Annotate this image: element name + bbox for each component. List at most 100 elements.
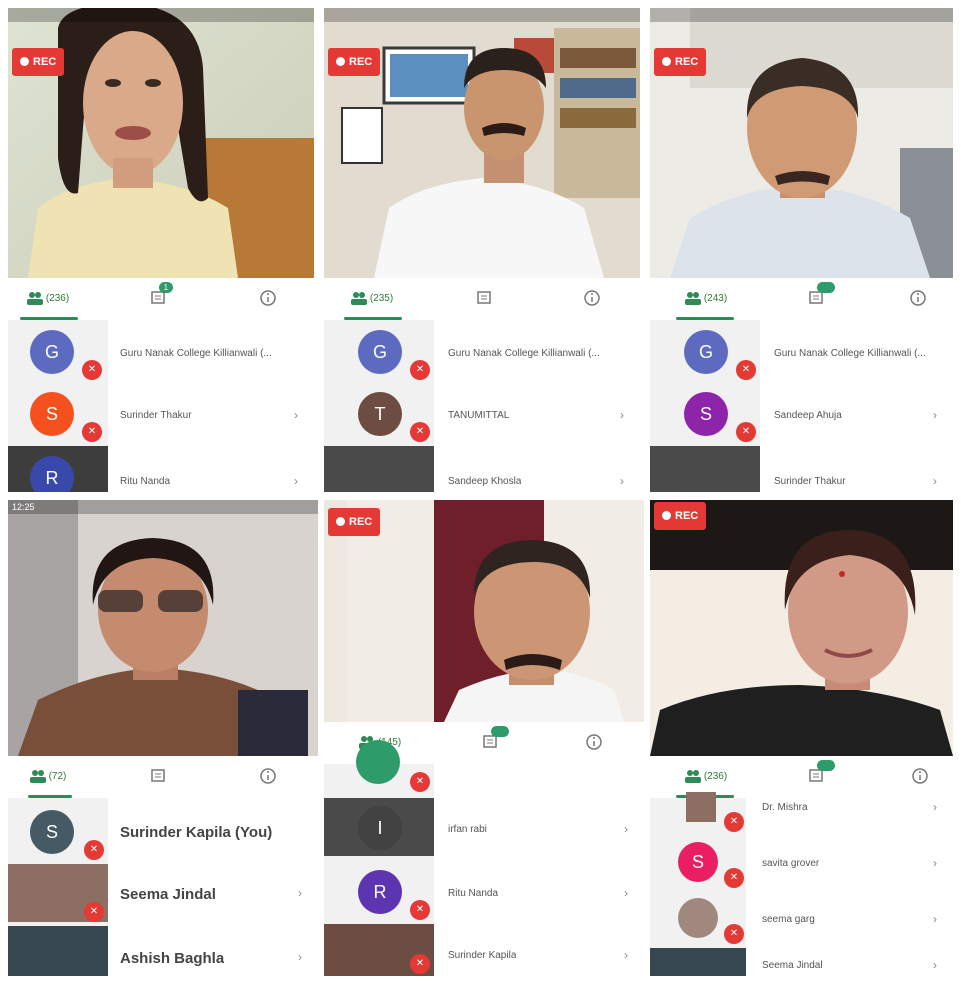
participant-row[interactable]: T ✕ TANUMITTAL › <box>324 384 640 446</box>
chevron-right-icon: › <box>294 474 298 488</box>
chevron-right-icon: › <box>624 822 628 836</box>
meeting-panel-1: REC (236) 1 G ✕ Guru Nanak College Killi… <box>8 8 314 492</box>
rec-indicator: REC <box>328 48 381 76</box>
tab-info[interactable] <box>572 278 612 318</box>
participant-name: savita grover <box>762 858 820 869</box>
participant-row[interactable]: S ✕ Surinder Kapila (You) <box>8 802 318 864</box>
tab-participants[interactable]: (72) <box>18 756 78 796</box>
rec-label: REC <box>33 56 57 68</box>
participant-thumbnail <box>8 926 108 976</box>
participant-row[interactable]: ✕ <box>324 740 644 792</box>
participant-name: Surinder Kapila (You) <box>120 824 273 841</box>
video-feed: REC <box>324 8 640 278</box>
chevron-right-icon: › <box>933 408 937 422</box>
avatar: R <box>30 456 74 492</box>
chevron-right-icon: › <box>933 474 937 488</box>
rec-label: REC <box>675 510 699 522</box>
tab-participants[interactable]: (236) <box>676 756 736 796</box>
participant-video <box>650 500 953 756</box>
rec-indicator: REC <box>654 502 707 530</box>
record-dot-icon <box>336 57 345 66</box>
tab-info[interactable] <box>248 756 288 796</box>
tab-chat[interactable] <box>464 278 504 318</box>
tab-chat[interactable] <box>796 756 836 796</box>
participant-row[interactable]: S ✕ savita grover › <box>650 840 953 896</box>
participant-row[interactable]: G ✕ Guru Nanak College Killianwali (... <box>8 322 314 384</box>
participant-name: Surinder Kapila <box>448 950 517 961</box>
chat-unread-badge <box>816 282 835 293</box>
tab-participants[interactable]: (243) <box>676 278 736 318</box>
participant-row[interactable]: S ✕ Surinder Thakur › <box>8 384 314 446</box>
record-dot-icon <box>20 57 29 66</box>
tab-bar: (236) 1 <box>8 278 314 320</box>
tab-chat[interactable] <box>796 278 836 318</box>
meeting-panel-3: REC (243) G ✕ Guru Nanak College Killian… <box>650 8 953 492</box>
chevron-right-icon: › <box>620 474 624 488</box>
people-icon <box>684 292 701 305</box>
participant-row[interactable]: S ✕ Sandeep Ahuja › <box>650 384 953 446</box>
tab-bar: (72) <box>8 756 318 798</box>
record-dot-icon <box>662 57 671 66</box>
participant-row[interactable]: Sandeep Khosla › <box>324 446 640 492</box>
mic-muted-icon: ✕ <box>410 422 430 442</box>
status-time: 12:25 <box>12 502 35 512</box>
participant-row[interactable]: G ✕ Guru Nanak College Killianwali (... <box>324 322 640 384</box>
participant-row[interactable]: ✕ Seema Jindal › <box>8 864 318 926</box>
participant-name: Sandeep Khosla <box>448 476 522 487</box>
info-icon <box>584 290 600 306</box>
status-bar: 12:25 <box>8 500 318 514</box>
participant-name: Ritu Nanda <box>120 476 171 487</box>
avatar: R <box>358 870 402 914</box>
participant-row[interactable]: I irfan rabi › <box>324 798 644 860</box>
participant-thumbnail <box>686 792 716 822</box>
info-icon <box>260 768 276 784</box>
mic-muted-icon: ✕ <box>84 902 104 922</box>
mic-muted-icon: ✕ <box>724 868 744 888</box>
info-icon <box>586 734 602 750</box>
tab-participants[interactable]: (236) <box>18 278 78 318</box>
tab-info[interactable] <box>900 756 940 796</box>
chevron-right-icon: › <box>933 856 937 870</box>
info-icon <box>912 768 928 784</box>
rec-label: REC <box>349 516 373 528</box>
mic-muted-icon: ✕ <box>724 924 744 944</box>
chevron-right-icon: › <box>933 912 937 926</box>
participants-count: (243) <box>703 292 728 304</box>
participants-count: (236) <box>45 292 70 304</box>
mic-muted-icon: ✕ <box>410 360 430 380</box>
chevron-right-icon: › <box>298 950 302 964</box>
status-bar <box>8 8 314 22</box>
tab-info[interactable] <box>574 722 614 762</box>
participant-row[interactable]: G ✕ Guru Nanak College Killianwali (... <box>650 322 953 384</box>
participant-row[interactable]: Seema Jindal › <box>650 948 953 976</box>
participant-row[interactable]: ✕ seema garg › <box>650 896 953 952</box>
people-icon <box>684 770 701 783</box>
rec-indicator: REC <box>328 508 381 536</box>
meeting-panel-6: REC (236) ✕ Dr. Mishra › S ✕ savita grov… <box>650 500 953 976</box>
mic-muted-icon: ✕ <box>736 422 756 442</box>
tab-info[interactable] <box>898 278 938 318</box>
mic-muted-icon: ✕ <box>736 360 756 380</box>
participant-row[interactable]: R ✕ Ritu Nanda › <box>324 862 644 924</box>
participant-row[interactable]: Ashish Baghla › <box>8 926 318 976</box>
participant-name: Surinder Thakur <box>120 410 192 421</box>
participant-name: irfan rabi <box>448 824 487 835</box>
tab-participants[interactable]: (235) <box>342 278 402 318</box>
participant-row[interactable]: ✕ Dr. Mishra › <box>650 792 953 838</box>
participant-name: Guru Nanak College Killianwali (... <box>448 348 600 359</box>
participant-row[interactable]: R Ritu Nanda › <box>8 446 314 492</box>
tab-chat[interactable] <box>470 722 510 762</box>
mic-muted-icon: ✕ <box>82 422 102 442</box>
tab-chat[interactable] <box>138 756 178 796</box>
participant-row[interactable]: Surinder Thakur › <box>650 446 953 492</box>
meeting-panel-4: 12:25 (72) S ✕ Surinder Kapila (You) ✕ S… <box>8 500 318 976</box>
tab-chat[interactable]: 1 <box>138 278 178 318</box>
participants-count: (72) <box>48 770 67 782</box>
chevron-right-icon: › <box>298 886 302 900</box>
participant-name: Surinder Thakur <box>774 476 846 487</box>
tab-info[interactable] <box>248 278 288 318</box>
avatar: S <box>30 392 74 436</box>
video-feed: REC <box>324 500 644 722</box>
participant-row[interactable]: ✕ Surinder Kapila › <box>324 924 644 976</box>
avatar: S <box>30 810 74 854</box>
